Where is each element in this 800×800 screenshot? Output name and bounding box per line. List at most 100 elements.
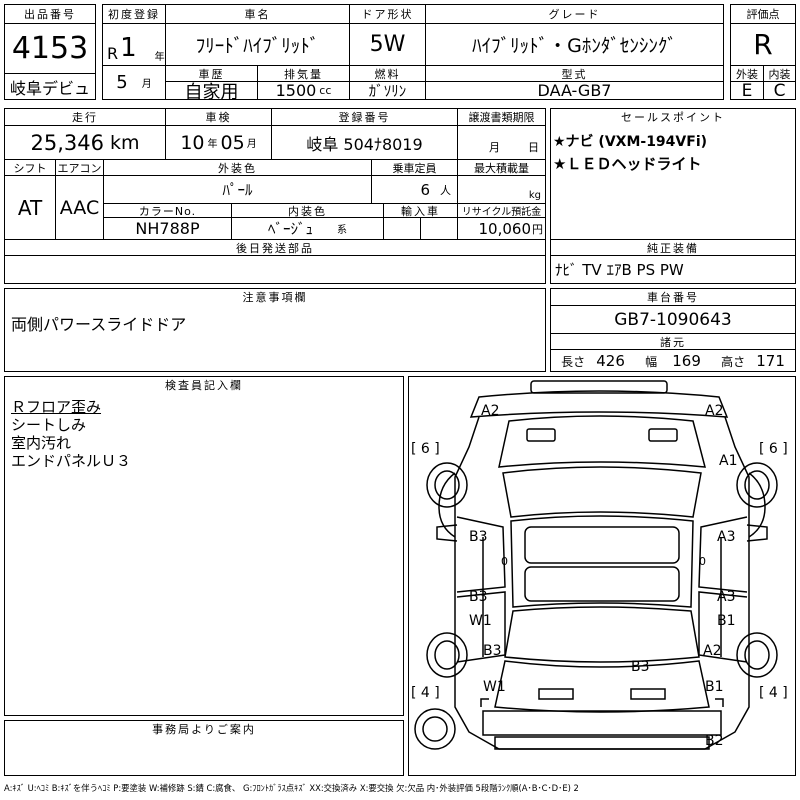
month-unit: 月 <box>141 79 152 90</box>
dims-label: 諸元 <box>551 333 795 349</box>
import-cell-b <box>420 217 457 239</box>
recycle-unit: 円 <box>532 222 543 236</box>
office-label: 事務局よりご案内 <box>5 721 403 737</box>
reg-number: 岐阜 504ﾅ8019 <box>271 125 457 159</box>
year-unit: 年 <box>154 52 165 63</box>
car-diagram: A2 A2 [ 6 ] [ 6 ] A1 B3 0 A3 0 B3 W1 A3 … <box>411 380 788 750</box>
ac-label: エアコン <box>55 159 103 175</box>
capacity-unit: 人 <box>440 183 451 197</box>
int-score: C <box>763 81 795 99</box>
mark-tire-fl: [ 6 ] <box>411 441 440 457</box>
name-label: 車名 <box>165 5 349 23</box>
mark-a2-r3: A2 <box>703 643 721 659</box>
model: DAA-GB7 <box>425 81 723 99</box>
inspector-label: 検査員記入欄 <box>5 377 403 393</box>
mark-b1-r4: B1 <box>705 679 724 695</box>
later-parts-value <box>5 255 545 283</box>
dim-length: 長さ 426 <box>561 352 625 370</box>
mark-a3-r2: A3 <box>717 589 735 605</box>
recycle: 10,060 <box>478 219 532 238</box>
score: R <box>731 23 795 65</box>
color-label: 外装色 <box>103 159 371 175</box>
shift-label: シフト <box>5 159 55 175</box>
insp-year: 10 <box>180 131 205 154</box>
notes-label: 注意事項欄 <box>5 289 545 305</box>
inspection-cell: 10 年 05 月 <box>165 125 271 159</box>
inspector-box: 検査員記入欄 Ｒフロア歪み シートしみ 室内汚れ エンドパネルＵ３ <box>4 376 404 716</box>
insp-year-unit: 年 <box>207 139 218 150</box>
lot-number: 4153 <box>5 23 95 73</box>
transfer-cell: 月 日 <box>457 125 545 159</box>
mark-b2-rear: B2 <box>705 733 724 749</box>
load-unit: kg <box>528 190 541 201</box>
interior-color-cell: ﾍﾞｰｼﾞｭ 系 <box>231 217 383 239</box>
transfer-month-unit: 月 <box>489 141 500 154</box>
venue: 岐阜デビュ <box>5 73 95 99</box>
mileage-label: 走行 <box>5 109 165 125</box>
chassis-box: 車台番号 GB7-1090643 諸元 長さ 426 幅 169 高さ 171 <box>550 288 796 372</box>
mark-tire-rl: [ 4 ] <box>411 685 440 701</box>
sales-point-2: ★ＬＥＤヘッドライト <box>553 155 702 173</box>
capacity: 6 <box>420 180 430 199</box>
fuel: ｶﾞｿﾘﾝ <box>349 81 425 99</box>
insp-month-unit: 月 <box>246 139 257 150</box>
mark-a2-fl: A2 <box>481 403 499 419</box>
transfer-label: 譲渡書類期限 <box>457 109 545 125</box>
office-box: 事務局よりご案内 <box>4 720 404 776</box>
interior-color-unit: 系 <box>337 225 347 236</box>
displacement-label: 排気量 <box>257 65 349 81</box>
lot-label: 出品番号 <box>5 5 95 23</box>
dim-height: 高さ 171 <box>721 352 785 370</box>
transfer-day-unit: 日 <box>528 141 539 154</box>
mark-zero-l1: 0 <box>501 555 508 568</box>
displacement-cell: 1500 cc <box>257 81 349 99</box>
insp-month: 05 <box>220 131 245 154</box>
reg-label: 登録番号 <box>271 109 457 125</box>
sales-point-1: ★ナビ (VXM-194VFi) <box>553 134 708 150</box>
mark-tire-fr: [ 6 ] <box>759 441 788 457</box>
import-cell-a <box>383 217 420 239</box>
later-parts-label: 後日発送部品 <box>5 239 545 255</box>
ext-score: E <box>731 81 763 99</box>
score-label: 評価点 <box>731 5 795 23</box>
mark-b3-l2: B3 <box>469 589 488 605</box>
year: 1 <box>120 33 137 63</box>
mark-b3-l1: B3 <box>469 529 488 545</box>
score-box: 評価点 R 外装 内装 E C <box>730 4 796 100</box>
color-no: NH788P <box>103 217 231 239</box>
color-no-label: カラーNo. <box>103 203 231 217</box>
mark-a2-fr: A2 <box>705 403 723 419</box>
grade-label: グレード <box>425 5 723 23</box>
load-cell: kg <box>457 175 545 203</box>
details-box: 走行 25,346 km 車検 10 年 05 月 登録番号 岐阜 504ﾅ80… <box>4 108 546 284</box>
recycle-cell: 10,060 円 <box>457 217 545 239</box>
mileage-unit: km <box>109 131 140 154</box>
mark-a1-r: A1 <box>719 453 737 469</box>
era: R <box>107 44 119 63</box>
inspection-label: 車検 <box>165 109 271 125</box>
model-label: 型式 <box>425 65 723 81</box>
car-name: ﾌﾘｰﾄﾞﾊｲﾌﾞﾘｯﾄﾞ <box>165 23 349 65</box>
import-label: 輸入車 <box>383 203 457 217</box>
history: 自家用 <box>165 81 257 99</box>
sales-box: セールスポイント ★ナビ (VXM-194VFi) ★ＬＥＤヘッドライト 純正装… <box>550 108 796 284</box>
first-reg-label: 初度登録 <box>103 5 165 23</box>
displacement-unit: cc <box>319 84 332 97</box>
fuel-label: 燃料 <box>349 65 425 81</box>
month: 5 <box>116 72 128 93</box>
mark-w1-l2: W1 <box>469 613 492 629</box>
mark-tire-rr: [ 4 ] <box>759 685 788 701</box>
diagram-box: A2 A2 [ 6 ] [ 6 ] A1 B3 0 A3 0 B3 W1 A3 … <box>408 376 796 776</box>
mark-b3-l3: B3 <box>483 643 502 659</box>
notes-text: 両側パワースライドドア <box>11 315 187 334</box>
shift: AT <box>5 175 55 239</box>
int-label: 内装 <box>763 65 795 81</box>
mark-a3-r1: A3 <box>717 529 735 545</box>
recycle-label: リサイクル預託金 <box>457 203 545 217</box>
capacity-label: 乗車定員 <box>371 159 457 175</box>
load-label: 最大積載量 <box>457 159 545 175</box>
ext-label: 外装 <box>731 65 763 81</box>
ac: AAC <box>55 175 103 239</box>
color: ﾊﾟｰﾙ <box>103 175 371 203</box>
grade: ﾊｲﾌﾞﾘｯﾄﾞ・Gﾎﾝﾀﾞｾﾝｼﾝｸﾞ <box>425 23 723 65</box>
